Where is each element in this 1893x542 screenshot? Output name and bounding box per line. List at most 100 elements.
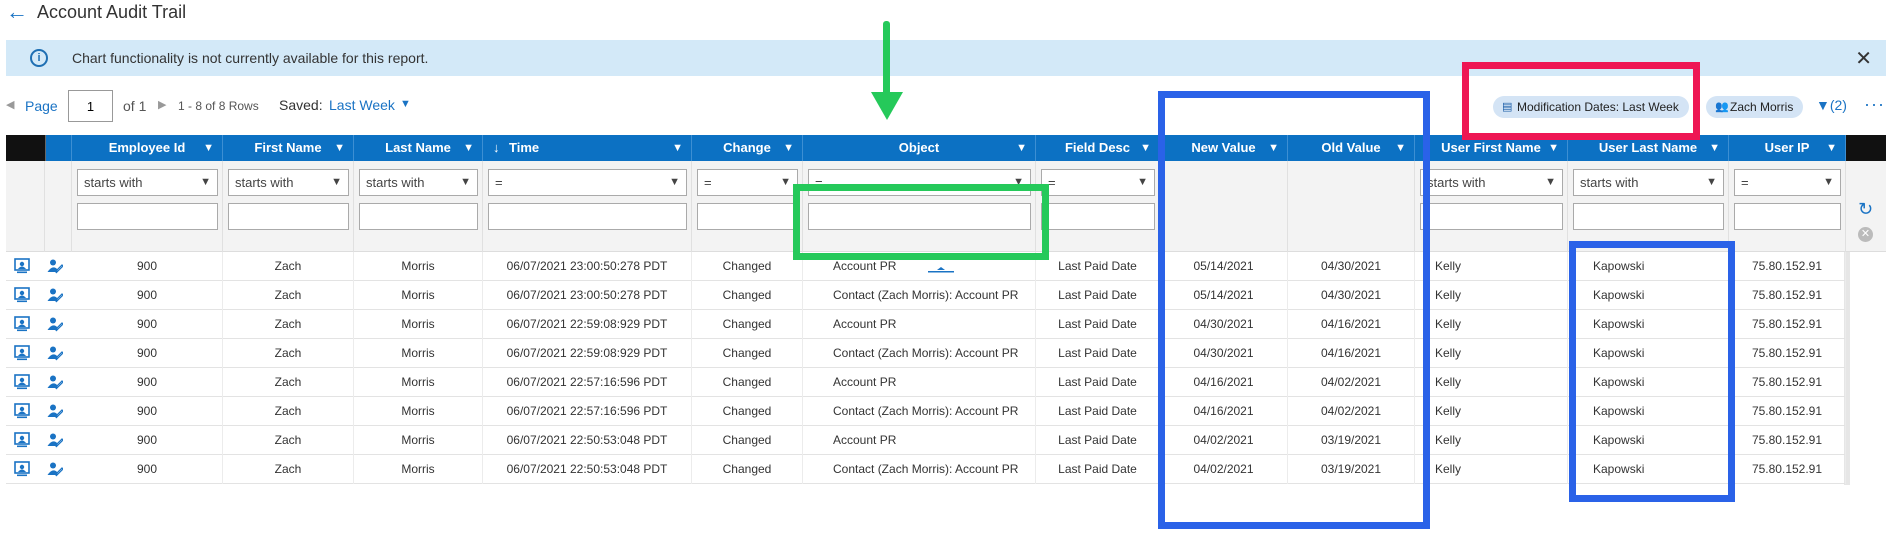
- object-filter-operator[interactable]: = ▼: [808, 169, 1031, 196]
- previous-page-icon[interactable]: ◀: [6, 98, 14, 111]
- clear-filters-icon[interactable]: ✕: [1858, 227, 1873, 242]
- user-filter-chip[interactable]: 👥 Zach Morris: [1706, 96, 1804, 118]
- column-header-first-name[interactable]: First Name ▼: [223, 135, 354, 161]
- table-row[interactable]: 900 Zach Morris 06/07/2021 22:57:16:596 PDT…: [6, 397, 1846, 426]
- edit-user-icon[interactable]: [47, 403, 63, 419]
- next-page-icon[interactable]: ▶: [158, 98, 166, 111]
- filter-cell-user-first-name: starts with ▼: [1415, 161, 1568, 252]
- first-name-filter-operator[interactable]: starts with ▼: [228, 169, 349, 196]
- chevron-down-icon[interactable]: ▼: [200, 170, 211, 195]
- edit-user-icon[interactable]: [47, 374, 63, 390]
- chevron-down-icon[interactable]: ▼: [1137, 170, 1148, 195]
- table-row[interactable]: 900 Zach Morris 06/07/2021 22:59:08:929 PDT…: [6, 310, 1846, 339]
- column-header-field-desc[interactable]: Field Desc ▼: [1036, 135, 1160, 161]
- view-record-icon[interactable]: [14, 432, 30, 448]
- cell-time: 06/07/2021 22:50:53:048 PDT: [483, 426, 692, 455]
- user-first-name-filter-input[interactable]: [1420, 203, 1563, 230]
- table-row[interactable]: 900 Zach Morris 06/07/2021 22:57:16:596 PDT…: [6, 368, 1846, 397]
- table-row[interactable]: 900 Zach Morris 06/07/2021 22:50:53:048 PDT…: [6, 455, 1846, 484]
- view-record-icon[interactable]: [14, 403, 30, 419]
- object-filter-input[interactable]: [808, 203, 1031, 230]
- saved-view-dropdown[interactable]: Last Week: [329, 97, 395, 113]
- column-menu-chevron-icon[interactable]: ▼: [1016, 135, 1027, 161]
- column-menu-chevron-icon[interactable]: ▼: [1826, 135, 1837, 161]
- more-options-icon[interactable]: ···: [1864, 94, 1885, 115]
- cell-employee-id: 900: [72, 252, 223, 281]
- sort-desc-icon[interactable]: ↓: [493, 135, 500, 161]
- column-menu-chevron-icon[interactable]: ▼: [783, 135, 794, 161]
- change-filter-operator[interactable]: = ▼: [697, 169, 798, 196]
- table-row[interactable]: 900 Zach Morris 06/07/2021 22:59:08:929 PDT…: [6, 339, 1846, 368]
- arrow-left-icon[interactable]: ←: [6, 1, 28, 23]
- table-row[interactable]: 900 Zach Morris 06/07/2021 23:00:50:278 PDT…: [6, 281, 1846, 310]
- field-desc-filter-input[interactable]: [1041, 203, 1155, 230]
- cell-user-ip: 75.80.152.91: [1729, 281, 1846, 310]
- table-row[interactable]: 900 Zach Morris 06/07/2021 23:00:50:278 PDT…: [6, 252, 1846, 281]
- employee-id-filter-input[interactable]: [77, 203, 218, 230]
- edit-user-icon[interactable]: [47, 345, 63, 361]
- chevron-down-icon[interactable]: ▼: [1706, 170, 1717, 195]
- table-row[interactable]: 900 Zach Morris 06/07/2021 22:50:53:048 PDT…: [6, 426, 1846, 455]
- chevron-down-icon[interactable]: ▼: [460, 170, 471, 195]
- column-header-employee-id[interactable]: Employee Id ▼: [72, 135, 223, 161]
- user-ip-filter-operator[interactable]: = ▼: [1734, 169, 1841, 196]
- edit-user-icon[interactable]: [47, 258, 63, 274]
- chevron-down-icon[interactable]: ▼: [669, 170, 680, 195]
- column-menu-chevron-icon[interactable]: ▼: [463, 135, 474, 161]
- page-number-input[interactable]: [68, 90, 113, 122]
- modification-dates-chip[interactable]: ▤ Modification Dates: Last Week: [1493, 96, 1689, 118]
- chevron-down-icon[interactable]: ▼: [1013, 170, 1024, 195]
- filter-toggle-button[interactable]: ▼(2): [1816, 97, 1847, 113]
- column-menu-chevron-icon[interactable]: ▼: [1395, 135, 1406, 161]
- time-filter-operator[interactable]: = ▼: [488, 169, 687, 196]
- column-header-object[interactable]: Object ▼: [803, 135, 1036, 161]
- column-header-user-last-name[interactable]: User Last Name ▼: [1568, 135, 1729, 161]
- column-header-old-value[interactable]: Old Value ▼: [1288, 135, 1415, 161]
- column-menu-chevron-icon[interactable]: ▼: [1268, 135, 1279, 161]
- user-last-name-filter-operator[interactable]: starts with ▼: [1573, 169, 1724, 196]
- employee-id-filter-operator[interactable]: starts with ▼: [77, 169, 218, 196]
- edit-user-icon[interactable]: [47, 432, 63, 448]
- column-header-new-value[interactable]: New Value ▼: [1160, 135, 1288, 161]
- column-menu-chevron-icon[interactable]: ▼: [1548, 135, 1559, 161]
- column-menu-chevron-icon[interactable]: ▼: [672, 135, 683, 161]
- user-first-name-filter-operator[interactable]: starts with ▼: [1420, 169, 1563, 196]
- column-menu-chevron-icon[interactable]: ▼: [203, 135, 214, 161]
- cell-user-first-name: Kelly: [1415, 397, 1568, 426]
- close-icon[interactable]: ✕: [1855, 46, 1872, 71]
- cell-object: Account PR: [803, 368, 1036, 397]
- first-name-filter-input[interactable]: [228, 203, 349, 230]
- edit-user-icon[interactable]: [47, 461, 63, 477]
- chevron-down-icon[interactable]: ▼: [780, 170, 791, 195]
- column-header-label: Time: [509, 140, 540, 155]
- field-desc-filter-operator[interactable]: = ▼: [1041, 169, 1155, 196]
- last-name-filter-operator[interactable]: starts with ▼: [359, 169, 478, 196]
- column-header-user-ip[interactable]: User IP ▼: [1729, 135, 1846, 161]
- chevron-down-icon[interactable]: ▼: [400, 98, 411, 110]
- time-filter-input[interactable]: [488, 203, 687, 230]
- column-menu-chevron-icon[interactable]: ▼: [1140, 135, 1151, 161]
- last-name-filter-input[interactable]: [359, 203, 478, 230]
- column-menu-chevron-icon[interactable]: ▼: [334, 135, 345, 161]
- cell-user-last-name: Kapowski: [1568, 426, 1729, 455]
- view-record-icon[interactable]: [14, 316, 30, 332]
- reset-filters-icon[interactable]: ↻: [1858, 199, 1873, 220]
- view-record-icon[interactable]: [14, 461, 30, 477]
- view-record-icon[interactable]: [14, 345, 30, 361]
- edit-user-icon[interactable]: [47, 287, 63, 303]
- user-ip-filter-input[interactable]: [1734, 203, 1841, 230]
- user-last-name-filter-input[interactable]: [1573, 203, 1724, 230]
- chevron-down-icon[interactable]: ▼: [331, 170, 342, 195]
- view-record-icon[interactable]: [14, 287, 30, 303]
- column-header-user-first-name[interactable]: User First Name ▼: [1415, 135, 1568, 161]
- change-filter-input[interactable]: [697, 203, 798, 230]
- chevron-down-icon[interactable]: ▼: [1545, 170, 1556, 195]
- chevron-down-icon[interactable]: ▼: [1823, 170, 1834, 195]
- column-menu-chevron-icon[interactable]: ▼: [1709, 135, 1720, 161]
- column-header-last-name[interactable]: Last Name ▼: [354, 135, 483, 161]
- view-record-icon[interactable]: [14, 374, 30, 390]
- column-header-change[interactable]: Change ▼: [692, 135, 803, 161]
- column-header-time[interactable]: ↓ Time ▼: [483, 135, 692, 161]
- view-record-icon[interactable]: [14, 258, 30, 274]
- edit-user-icon[interactable]: [47, 316, 63, 332]
